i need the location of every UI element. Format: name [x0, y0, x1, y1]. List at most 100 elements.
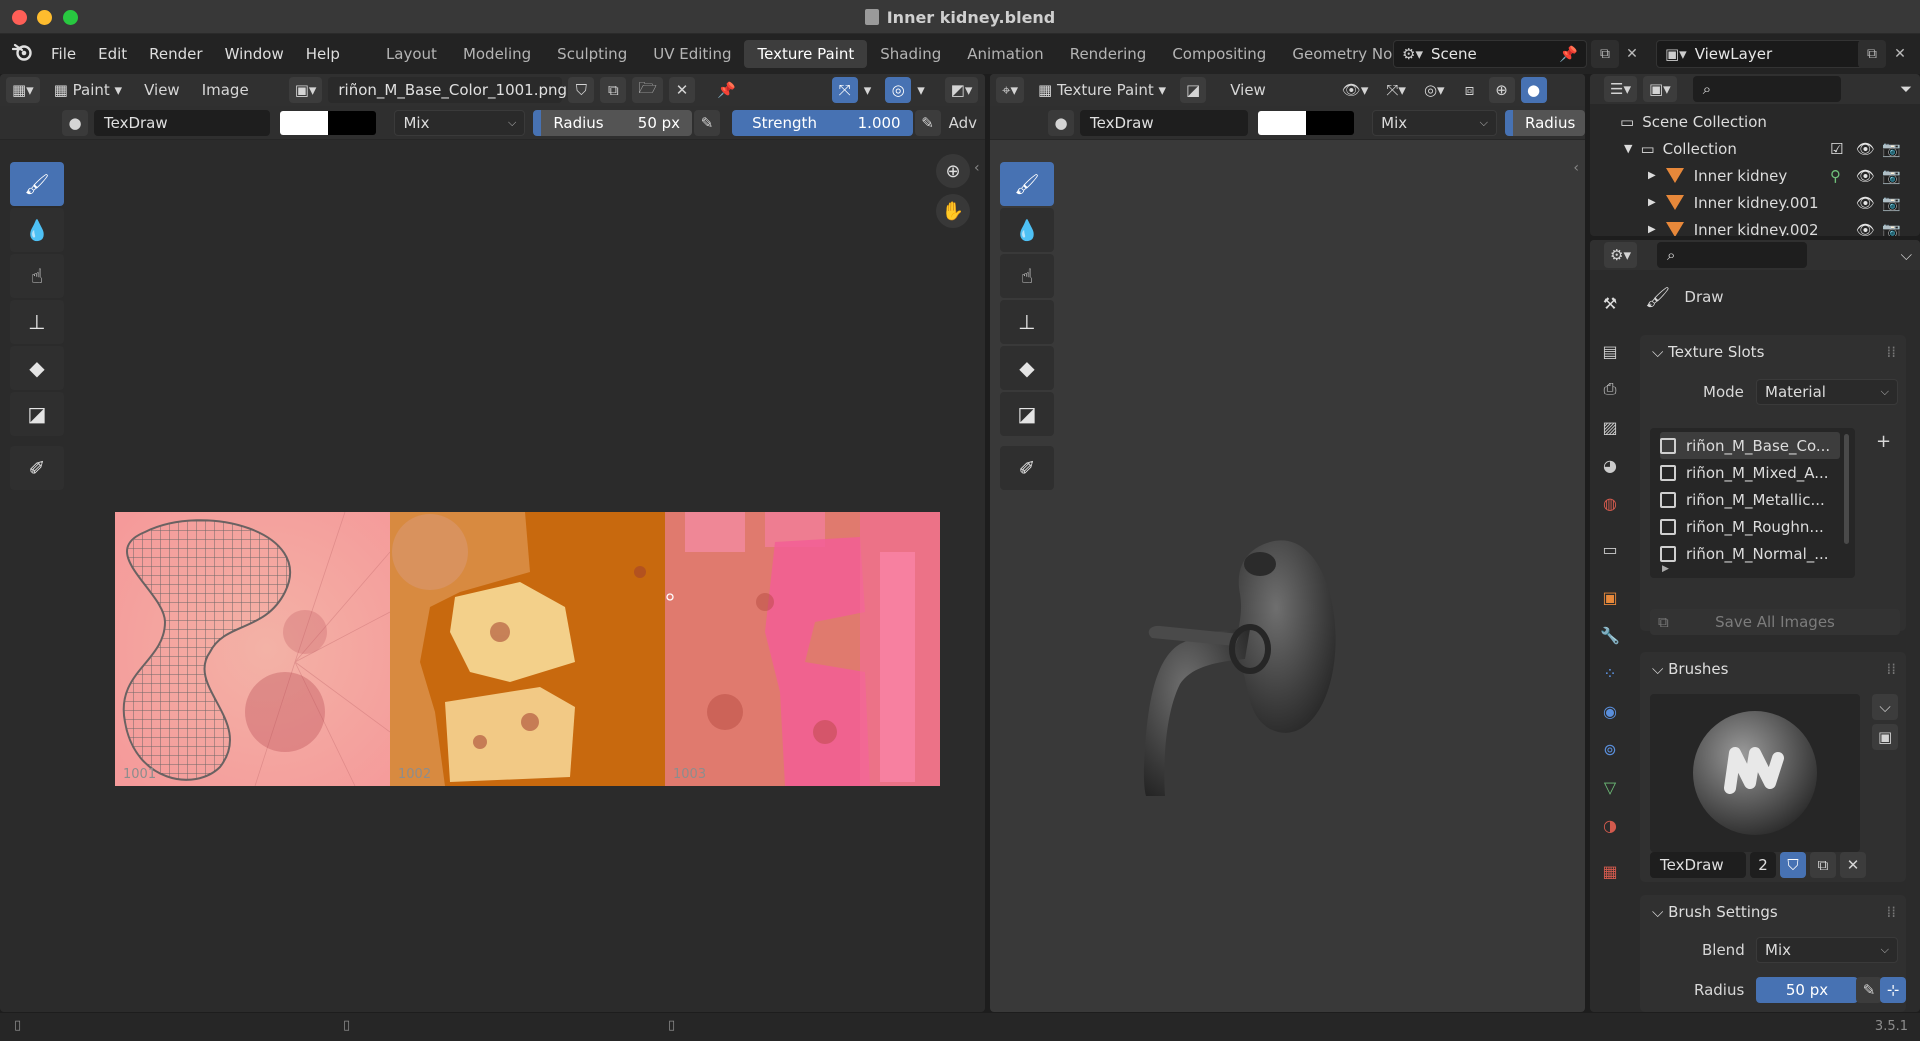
radius-slider[interactable]: Radius 50 px [533, 109, 693, 136]
properties-options-chevron-icon[interactable]: ⌵ [1901, 246, 1912, 264]
menu-edit[interactable]: Edit [87, 45, 138, 63]
uv-tile-1002[interactable]: 1002 [390, 512, 665, 786]
brush-name-field[interactable]: TexDraw [94, 109, 271, 136]
unlink-image-icon[interactable]: ✕ [669, 77, 695, 103]
kidney-model[interactable] [1130, 534, 1370, 804]
data-tab-icon[interactable]: ▽ [1597, 774, 1623, 800]
brush-radius-pressure-icon[interactable]: ✎ [1856, 977, 1882, 1003]
render-tab-icon[interactable]: ▤ [1597, 338, 1623, 364]
wireframe-shading-icon[interactable]: ⊕ [1488, 77, 1515, 103]
outliner-object-row[interactable]: ▶ Inner kidney.002 👁 📷 [1590, 216, 1920, 236]
annotate-tool-icon[interactable]: ✐ [10, 446, 64, 490]
viewport-primary-color-swatch[interactable] [1258, 110, 1307, 135]
outliner-scene-collection[interactable]: ▭ Scene Collection [1590, 108, 1920, 135]
paint-mask-toggle-icon[interactable]: ◪ [1180, 77, 1207, 103]
brush-radius-slider[interactable]: 50 px [1756, 977, 1858, 1003]
secondary-color-swatch[interactable] [328, 110, 377, 135]
workspace-tab-texture-paint[interactable]: Texture Paint [744, 40, 868, 68]
smear-tool-icon[interactable]: ☝ [10, 254, 64, 298]
uv-tile-1003[interactable]: 1003 [665, 512, 940, 786]
fill-tool-icon[interactable]: ◆ [10, 346, 64, 390]
particles-tab-icon[interactable]: ⁘ [1597, 660, 1623, 686]
mask-tool-icon[interactable]: ◪ [10, 392, 64, 436]
viewport-draw-tool-icon[interactable]: 🖌 [1000, 162, 1054, 206]
viewport-overlay-icon[interactable]: ◎▾ [1418, 77, 1451, 103]
brush-preview-icon[interactable]: ● [62, 109, 88, 136]
sidebar-toggle-icon[interactable]: ‹ [974, 160, 980, 176]
object-visibility-eye-icon[interactable]: 👁 [1856, 194, 1875, 212]
open-image-icon[interactable]: 🗁 [632, 77, 663, 103]
radius-pressure-icon[interactable]: ✎ [694, 109, 721, 136]
image-name-field[interactable]: riñon_M_Base_Color_1001.png [328, 77, 567, 103]
object-tab-icon[interactable]: ▣ [1597, 584, 1623, 610]
modifier-tab-icon[interactable]: 🔧 [1597, 622, 1623, 648]
visibility-toggle-icon[interactable]: 👁▾ [1336, 77, 1375, 103]
brush-image-icon[interactable]: ▣ [1872, 724, 1899, 750]
workspace-tab-uv-editing[interactable]: UV Editing [640, 40, 744, 68]
brush-datablock-name[interactable]: TexDraw [1650, 852, 1746, 878]
expand-object-icon[interactable]: ▶ [1648, 224, 1656, 235]
texture-slot-item[interactable]: riñon_M_Base_Co... [1660, 432, 1840, 459]
viewport-mask-tool-icon[interactable]: ◪ [1000, 392, 1054, 436]
outliner-object-row[interactable]: ▶ Inner kidney ⚲ 👁 📷 [1590, 162, 1920, 189]
viewport-annotate-tool-icon[interactable]: ✐ [1000, 446, 1054, 490]
editor-type-button[interactable]: ▦▾ [6, 77, 40, 103]
solid-shading-icon[interactable]: ● [1520, 77, 1547, 103]
image-menu[interactable]: Image [194, 81, 257, 99]
duplicate-image-icon[interactable]: ⧉ [600, 77, 627, 103]
workspace-tab-modeling[interactable]: Modeling [450, 40, 544, 68]
duplicate-brush-icon[interactable]: ⧉ [1810, 852, 1836, 878]
object-render-camera-icon[interactable]: 📷 [1882, 194, 1901, 212]
primary-color-swatch[interactable] [280, 110, 329, 135]
workspace-tab-animation[interactable]: Animation [954, 40, 1056, 68]
viewport-clone-tool-icon[interactable]: ⊥ [1000, 300, 1054, 344]
workspace-tab-compositing[interactable]: Compositing [1159, 40, 1279, 68]
view-menu[interactable]: View [136, 81, 188, 99]
strength-slider[interactable]: Strength 1.000 [732, 109, 913, 136]
tool-tab-icon[interactable]: ⚒ [1597, 290, 1623, 316]
outliner-object-row[interactable]: ▶ Inner kidney.001 👁 📷 [1590, 189, 1920, 216]
menu-window[interactable]: Window [214, 45, 295, 63]
viewport-radius-slider[interactable]: Radius [1505, 109, 1585, 136]
paint-mode-dropdown[interactable]: ▦ Paint ▾ [46, 81, 130, 99]
menu-render[interactable]: Render [138, 45, 213, 63]
object-render-camera-icon[interactable]: 📷 [1882, 221, 1901, 237]
object-render-camera-icon[interactable]: 📷 [1882, 167, 1901, 185]
brush-users-count[interactable]: 2 [1750, 852, 1776, 878]
new-view-layer-button[interactable]: ⧉ [1858, 40, 1886, 68]
panel-drag-handle-icon[interactable]: ⁞⁞ [1886, 903, 1896, 921]
properties-search-input[interactable]: ⌕ [1656, 242, 1807, 268]
workspace-tab-sculpting[interactable]: Sculpting [544, 40, 640, 68]
texture-slot-list[interactable]: riñon_M_Base_Co... riñon_M_Mixed_A... ri… [1650, 428, 1855, 578]
viewport-blend-dropdown[interactable]: Mix ⌵ [1372, 109, 1497, 136]
display-channels-icon[interactable]: ◩▾ [944, 77, 979, 103]
outliner-editor-type-button[interactable]: ☰▾ [1604, 76, 1637, 102]
uv-sync-dropdown-icon[interactable]: ▾ [864, 81, 872, 99]
viewport-soften-tool-icon[interactable]: 💧 [1000, 208, 1054, 252]
workspace-tab-rendering[interactable]: Rendering [1057, 40, 1160, 68]
viewport-smear-tool-icon[interactable]: ☝ [1000, 254, 1054, 298]
brush-list-chevron-icon[interactable]: ⌵ [1872, 694, 1898, 720]
unlink-brush-icon[interactable]: ✕ [1840, 852, 1866, 878]
material-tab-icon[interactable]: ◑ [1597, 812, 1623, 838]
viewport-brush-name-field[interactable]: TexDraw [1080, 109, 1249, 136]
soften-tool-icon[interactable]: 💧 [10, 208, 64, 252]
menu-help[interactable]: Help [295, 45, 351, 63]
expand-object-icon[interactable]: ▶ [1648, 170, 1656, 181]
viewport-secondary-color-swatch[interactable] [1306, 110, 1355, 135]
physics-tab-icon[interactable]: ◉ [1597, 698, 1623, 724]
texture-slot-item[interactable]: riñon_M_Roughn... [1660, 513, 1840, 540]
fake-user-shield-icon[interactable]: ⛉ [568, 77, 595, 103]
panel-drag-handle-icon[interactable]: ⁞⁞ [1886, 660, 1896, 678]
collection-checkbox[interactable]: ☑ [1830, 140, 1843, 158]
image-browse-button[interactable]: ▣▾ [288, 77, 323, 103]
save-all-images-button[interactable]: ⧉ Save All Images [1650, 609, 1900, 635]
pin-icon[interactable]: 📌 [1559, 45, 1578, 63]
expand-collection-icon[interactable]: ▼ [1624, 142, 1632, 155]
collection-tab-icon[interactable]: ▭ [1597, 536, 1623, 562]
pin-image-icon[interactable]: 📌 [711, 77, 742, 103]
viewport-view-menu[interactable]: View [1222, 81, 1274, 99]
texture-paint-mode-dropdown[interactable]: ▦ Texture Paint ▾ [1030, 81, 1174, 99]
strength-pressure-icon[interactable]: ✎ [914, 109, 941, 136]
texture-slot-item[interactable]: riñon_M_Mixed_A... [1660, 459, 1840, 486]
